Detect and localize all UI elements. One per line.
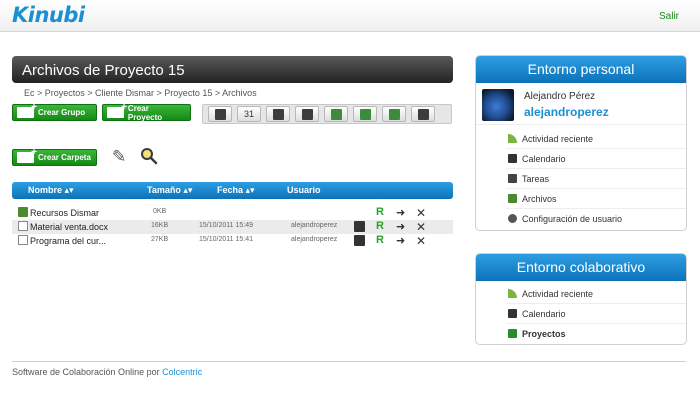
menu-item-files[interactable]: Archivos [506,189,686,209]
create-group-button[interactable]: Crear Grupo [12,102,97,121]
col-user-header: Usuario [287,185,321,195]
menu-item-collab-calendar[interactable]: Calendario [506,304,686,324]
collab-panel-title: Entorno colaborativo [476,254,686,281]
folder-icon [508,194,517,203]
attach-icon[interactable]: ✎ [112,147,126,167]
create-project-button[interactable]: Crear Proyecto [102,102,191,122]
folder-icon [18,207,28,217]
create-group-label: Crear Grupo [38,108,86,117]
module-toolbar: 31 [202,104,452,124]
create-folder-label: Crear Carpeta [38,153,91,162]
files-table-header: Nombre ▴▾ Tamaño ▴▾ Fecha ▴▾ Usuario [12,182,453,199]
calendar-icon [508,309,517,318]
file-name[interactable]: Programa del cur... [30,236,106,246]
file-size: 0KB [153,208,167,215]
col-size-header[interactable]: Tamaño ▴▾ [147,185,192,196]
menu-item-projects[interactable]: Proyectos [506,324,686,344]
personal-panel: Entorno personal Alejandro Pérez alejand… [475,55,687,231]
settings-icon[interactable] [411,106,435,122]
folder-icon[interactable] [353,106,377,122]
table-row[interactable]: Material venta.docx 16KB 15/10/2011 15:4… [12,220,453,234]
download-icon[interactable] [354,235,365,246]
rename-icon[interactable]: R [376,234,384,246]
col-name-header[interactable]: Nombre ▴▾ [28,185,74,196]
app-logo[interactable]: Kinubi [12,3,85,27]
rss-icon [508,134,517,143]
avatar[interactable] [482,89,514,121]
top-bar: Kinubi Salir [0,0,700,32]
clapper-icon[interactable] [324,106,348,122]
search-icon[interactable] [140,147,158,165]
collab-menu: Actividad reciente Calendario Proyectos [476,281,686,344]
user-profile: Alejandro Pérez alejandroperez [476,83,686,125]
user-full-name: Alejandro Pérez [524,91,596,102]
col-date-header[interactable]: Fecha ▴▾ [217,185,255,196]
menu-item-collab-activity[interactable]: Actividad reciente [506,284,686,304]
document-icon[interactable] [295,106,319,122]
create-project-label: Crear Proyecto [127,103,163,122]
breadcrumb[interactable]: Ec > Proyectos > Cliente Dismar > Proyec… [24,88,257,98]
file-date: 15/10/2011 15:49 [199,222,253,229]
table-row[interactable]: Recursos Dismar 0KB R ➜ ✕ [12,206,453,220]
footer: Software de Colaboración Online por Colc… [12,367,202,377]
projects-icon [508,329,517,338]
menu-item-calendar[interactable]: Calendario [506,149,686,169]
file-name[interactable]: Material venta.docx [30,222,108,232]
move-icon[interactable]: ➜ [396,220,405,233]
move-icon[interactable]: ➜ [396,234,405,247]
move-icon[interactable]: ➜ [396,206,405,219]
file-date: 15/10/2011 15:41 [199,236,253,243]
menu-item-user-settings[interactable]: Configuración de usuario [506,209,686,229]
file-size: 27KB [151,236,169,243]
calendar-icon [508,154,517,163]
download-icon[interactable] [354,221,365,232]
project-add-icon [107,102,127,118]
document-icon [18,235,28,245]
file-size: 16KB [151,222,169,229]
logout-link[interactable]: Salir [659,11,679,22]
users-icon[interactable] [382,106,406,122]
group-add-icon [17,102,37,118]
footer-divider [12,361,686,362]
personal-menu: Actividad reciente Calendario Tareas Arc… [476,125,686,229]
file-user: alejandroperez [291,222,338,229]
gear-icon [508,214,517,223]
file-name[interactable]: Recursos Dismar [30,208,99,218]
create-folder-button[interactable]: Crear Carpeta [12,147,97,166]
footer-link[interactable]: Colcentric [162,367,202,377]
folder-add-icon [17,147,37,163]
rename-icon[interactable]: R [376,220,384,232]
delete-icon[interactable]: ✕ [416,234,426,248]
page-title: Archivos de Proyecto 15 [12,56,453,83]
collab-panel: Entorno colaborativo Actividad reciente … [475,253,687,345]
footer-text: Software de Colaboración Online por [12,367,160,377]
tasks-icon [508,174,517,183]
document-icon [18,221,28,231]
rename-icon[interactable]: R [376,206,384,218]
username-link[interactable]: alejandroperez [524,105,609,119]
chat-icon[interactable] [266,106,290,122]
rss-icon [508,289,517,298]
file-user: alejandroperez [291,236,338,243]
personal-panel-title: Entorno personal [476,56,686,83]
calendar-icon[interactable]: 31 [237,106,261,122]
table-row[interactable]: Programa del cur... 27KB 15/10/2011 15:4… [12,234,453,248]
delete-icon[interactable]: ✕ [416,206,426,220]
calculator-icon[interactable] [208,106,232,122]
menu-item-tasks[interactable]: Tareas [506,169,686,189]
delete-icon[interactable]: ✕ [416,220,426,234]
menu-item-recent-activity[interactable]: Actividad reciente [506,129,686,149]
